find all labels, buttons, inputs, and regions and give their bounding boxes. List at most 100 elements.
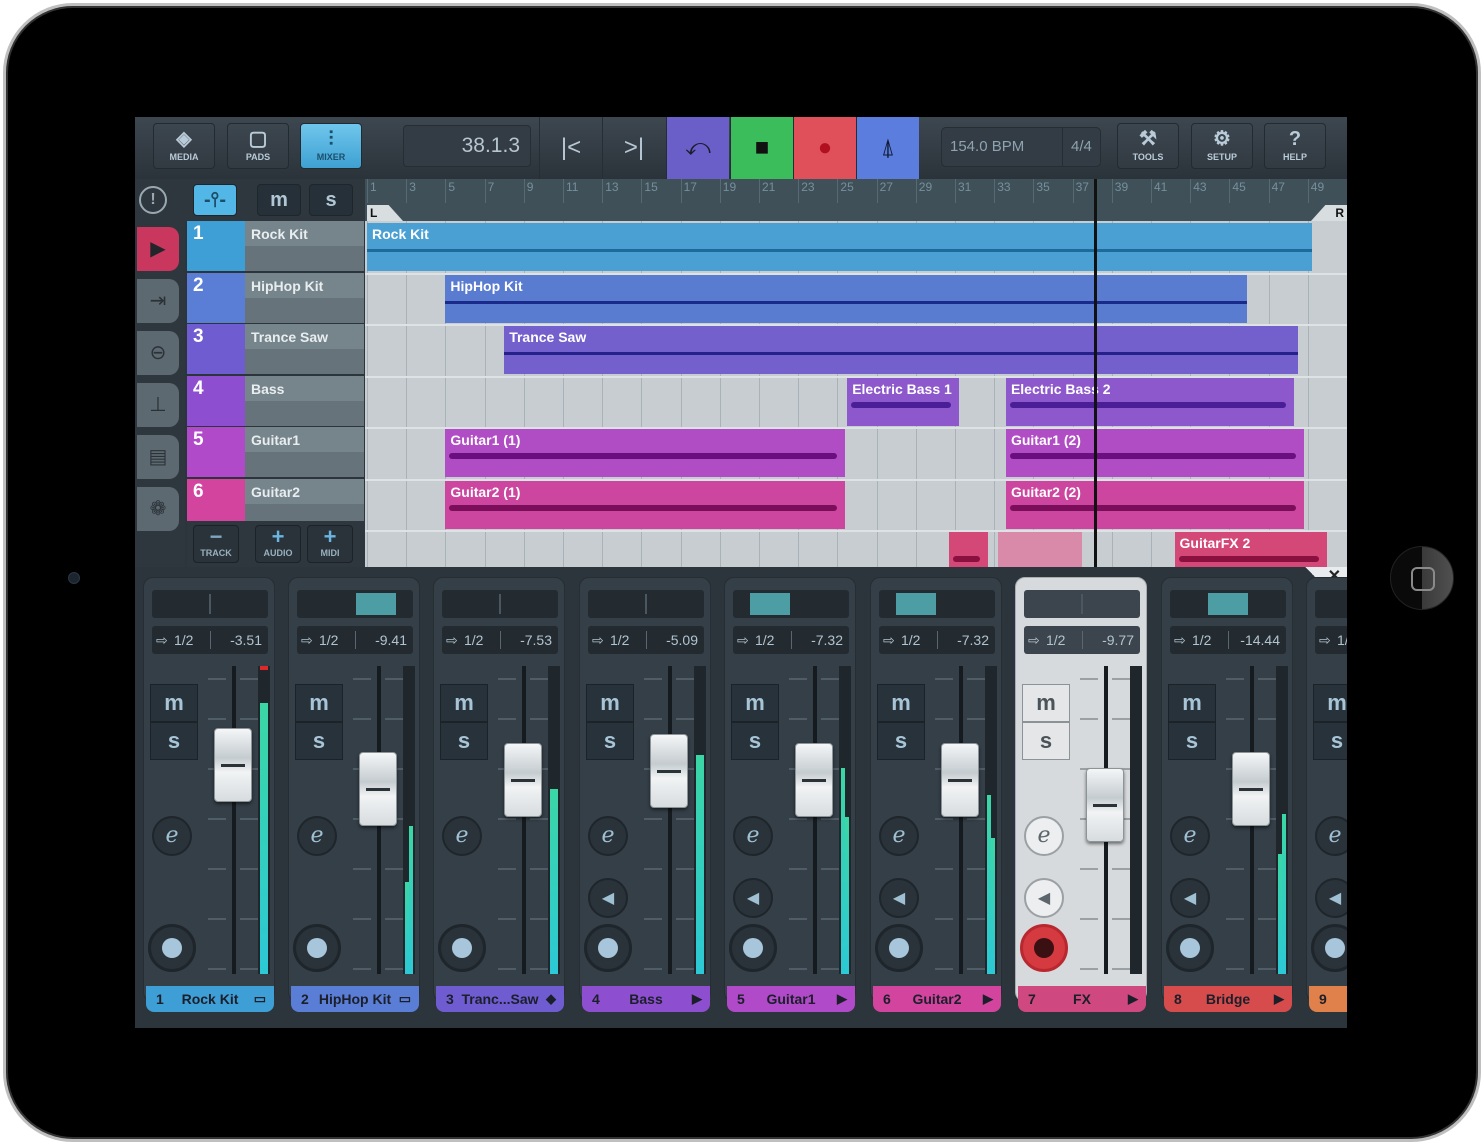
channel-name-label[interactable]: 2 HipHop Kit ▭ (291, 986, 419, 1012)
track-view-toggle[interactable]: -⫯- (193, 184, 237, 216)
output-routing[interactable]: ⇨ 1/2 -7.32 (879, 626, 995, 654)
channel-name-label[interactable]: 5 Guitar1 ▶ (727, 986, 855, 1012)
channel-name-label[interactable]: 7 FX ▶ (1018, 986, 1146, 1012)
volume-fader[interactable] (650, 733, 688, 808)
event-part[interactable]: GuitarFX 2 (1174, 532, 1328, 567)
record-enable-button[interactable] (584, 924, 632, 972)
solo-button[interactable]: s (877, 722, 925, 760)
playhead[interactable] (1094, 179, 1097, 567)
volume-fader[interactable] (359, 752, 397, 827)
track-header[interactable]: 1 Rock Kit (187, 221, 364, 271)
solo-button[interactable]: s (1313, 722, 1347, 760)
channel-name-label[interactable]: 3 Tranc...Saw ◆ (436, 986, 564, 1012)
record-enable-button[interactable] (875, 924, 923, 972)
record-enable-button[interactable] (148, 924, 196, 972)
pan-control[interactable] (297, 590, 413, 618)
monitor-button[interactable]: ◀ (1315, 878, 1347, 918)
mute-button[interactable]: m (440, 684, 488, 722)
pan-control[interactable] (442, 590, 558, 618)
solo-button[interactable]: s (731, 722, 779, 760)
output-routing[interactable]: ⇨ 1/2 -7.53 (442, 626, 558, 654)
event-part[interactable]: Electric Bass 1 (847, 377, 959, 426)
event-part[interactable] (949, 532, 989, 567)
right-locator[interactable]: R (1311, 205, 1347, 221)
event-part[interactable]: Electric Bass 2 (1005, 377, 1295, 426)
setup-button[interactable]: ⚙ SETUP (1191, 123, 1253, 169)
solo-button[interactable]: s (295, 722, 343, 760)
output-routing[interactable]: ⇨ 1/2 (1315, 626, 1347, 654)
add-midi-track-button[interactable]: + MIDI (307, 525, 353, 563)
volume-fader[interactable] (1232, 752, 1270, 827)
metronome-button[interactable]: ⍋ (856, 117, 919, 179)
mute-button[interactable]: m (1022, 684, 1070, 722)
tools-button[interactable]: ⚒ TOOLS (1117, 123, 1179, 169)
media-button[interactable]: ◈ MEDIA (153, 123, 215, 169)
event-part[interactable]: Guitar2 (2) (1005, 480, 1304, 529)
tempo-display[interactable]: 154.0 BPM 4/4 (941, 127, 1101, 167)
solo-button[interactable]: s (1022, 722, 1070, 760)
edit-channel-button[interactable]: e (879, 816, 919, 856)
pan-control[interactable] (1315, 590, 1347, 618)
edit-channel-button[interactable]: e (588, 816, 628, 856)
pan-control[interactable] (733, 590, 849, 618)
channel-strip[interactable]: ⇨ 1/2 -7.53 m s e 3 Tranc...Saw ◆ (433, 577, 565, 1012)
solo-button[interactable]: s (440, 722, 488, 760)
inspector-tab-input[interactable]: ⇥ (137, 279, 179, 323)
mute-all-button[interactable]: m (257, 184, 301, 216)
inspector-tab-channel[interactable]: ▤ (137, 435, 179, 479)
pan-control[interactable] (1024, 590, 1140, 618)
ruler[interactable]: L R 1 3 5 7 9 11 13 15 17 19 21 23 25 27 29 31 33 35 37 39 4… (365, 179, 1347, 221)
mute-button[interactable]: m (731, 684, 779, 722)
event-part[interactable]: Guitar1 (1) (445, 429, 846, 477)
record-enable-button[interactable] (438, 924, 486, 972)
output-routing[interactable]: ⇨ 1/2 -7.32 (733, 626, 849, 654)
volume-fader[interactable] (1086, 767, 1124, 842)
volume-fader[interactable] (941, 742, 979, 817)
output-routing[interactable]: ⇨ 1/2 -9.41 (297, 626, 413, 654)
add-audio-track-button[interactable]: + AUDIO (255, 525, 301, 563)
event-part[interactable]: HipHop Kit (445, 274, 1248, 323)
track-header[interactable]: 4 Bass (187, 375, 364, 426)
info-button[interactable]: ! (139, 186, 167, 214)
edit-channel-button[interactable]: e (1024, 816, 1064, 856)
edit-channel-button[interactable]: e (442, 816, 482, 856)
record-enable-button[interactable] (1020, 924, 1068, 972)
event-part[interactable]: Trance Saw (504, 326, 1298, 374)
channel-name-label[interactable]: 4 Bass ▶ (582, 986, 710, 1012)
channel-name-label[interactable]: 9 (1309, 986, 1347, 1012)
go-to-start-button[interactable]: |< (539, 117, 602, 179)
channel-strip[interactable]: ⇨ 1/2 -3.51 m s e 1 Rock Kit ▭ (143, 577, 275, 1012)
channel-strip[interactable]: ⇨ 1/2 -9.41 m s e 2 HipHop Kit ▭ (288, 577, 420, 1012)
stop-button[interactable]: ■ (730, 117, 793, 179)
monitor-button[interactable]: ◀ (733, 878, 773, 918)
mute-button[interactable]: m (295, 684, 343, 722)
inspector-tab-insert[interactable]: ⊖ (137, 331, 179, 375)
monitor-button[interactable]: ◀ (1024, 878, 1064, 918)
channel-name-label[interactable]: 6 Guitar2 ▶ (873, 986, 1001, 1012)
go-to-end-button[interactable]: >| (602, 117, 665, 179)
position-display[interactable]: 38.1.3 (403, 125, 531, 167)
channel-strip[interactable]: ⇨ 1/2 -9.77 m s e ◀ 7 FX ▶ (1015, 577, 1147, 1012)
channel-name-label[interactable]: 1 Rock Kit ▭ (146, 986, 274, 1012)
record-enable-button[interactable] (1166, 924, 1214, 972)
edit-channel-button[interactable]: e (1170, 816, 1210, 856)
pan-control[interactable] (1170, 590, 1286, 618)
channel-strip[interactable]: ⇨ 1/2 ms e ◀ 9 (1306, 577, 1347, 1012)
channel-strip[interactable]: ⇨ 1/2 -7.32 m s e ◀ 6 Guitar2 ▶ (870, 577, 1002, 1012)
monitor-button[interactable]: ◀ (588, 878, 628, 918)
output-routing[interactable]: ⇨ 1/2 -9.77 (1024, 626, 1140, 654)
track-header[interactable]: 5 Guitar1 (187, 427, 364, 477)
left-locator[interactable]: L (367, 205, 403, 221)
pan-control[interactable] (152, 590, 268, 618)
channel-strip[interactable]: ⇨ 1/2 -14.44 m s e ◀ 8 Bridge ▶ (1161, 577, 1293, 1012)
output-routing[interactable]: ⇨ 1/2 -3.51 (152, 626, 268, 654)
monitor-button[interactable]: ◀ (1170, 878, 1210, 918)
arrange-view[interactable]: Rock Kit HipHop Kit Trance Saw Electric Bas… (365, 221, 1347, 567)
event-part[interactable] (998, 532, 1083, 567)
pan-control[interactable] (879, 590, 995, 618)
mute-button[interactable]: m (586, 684, 634, 722)
remove-track-button[interactable]: − TRACK (193, 525, 239, 563)
solo-all-button[interactable]: s (309, 184, 353, 216)
mixer-button[interactable]: ⫶ MIXER (300, 123, 362, 169)
monitor-button[interactable]: ◀ (879, 878, 919, 918)
